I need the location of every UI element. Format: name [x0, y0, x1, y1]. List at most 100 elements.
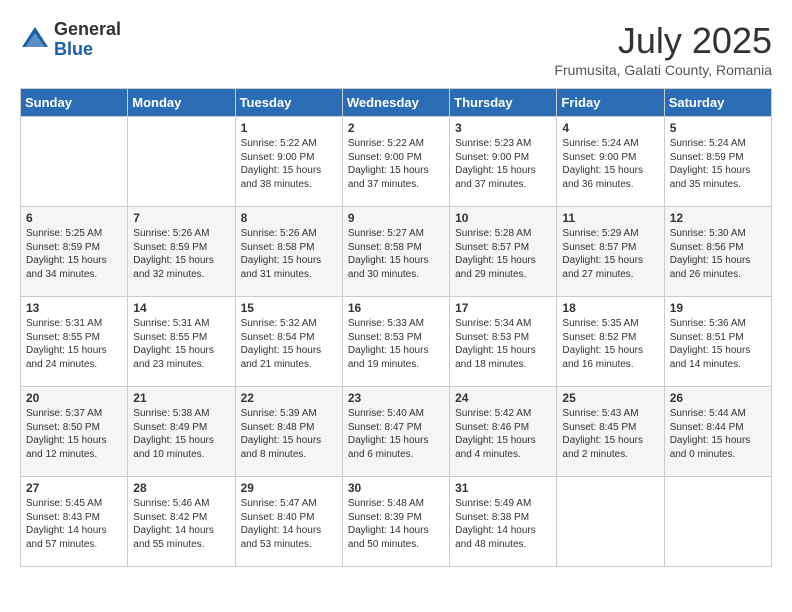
calendar-cell: 24Sunrise: 5:42 AM Sunset: 8:46 PM Dayli… — [450, 387, 557, 477]
day-info: Sunrise: 5:48 AM Sunset: 8:39 PM Dayligh… — [348, 497, 444, 551]
calendar-cell — [21, 117, 128, 207]
calendar-cell: 18Sunrise: 5:35 AM Sunset: 8:52 PM Dayli… — [557, 297, 664, 387]
calendar-cell: 8 Sunrise: 5:26 AM Sunset: 8:58 PM Daylig… — [235, 207, 342, 297]
day-info: Sunrise: 5:45 AM Sunset: 8:43 PM Dayligh… — [26, 497, 122, 551]
day-number: 15 — [241, 301, 337, 315]
calendar-cell: 16 Sunrise: 5:33 AM Sunset: 8:53 PM Dayli… — [342, 297, 449, 387]
day-number: 2 — [348, 121, 444, 135]
day-info: Sunrise: 5:40 AM Sunset: 8:47 PM Dayligh… — [348, 407, 444, 461]
calendar-cell: 21 Sunrise: 5:38 AM Sunset: 8:49 PM Dayli… — [128, 387, 235, 477]
calendar-table: SundayMondayTuesdayWednesdayThursdayFrid… — [20, 88, 772, 567]
day-info: Sunrise: 5:44 AM Sunset: 8:44 PM Dayligh… — [670, 407, 766, 461]
day-number: 25 — [562, 391, 658, 405]
day-info: Sunrise: 5:23 AM Sunset: 9:00 PM Dayligh… — [455, 137, 551, 191]
calendar-cell — [557, 477, 664, 567]
day-info: Sunrise: 5:37 AM Sunset: 8:50 PM Dayligh… — [26, 407, 122, 461]
calendar-cell: 12 Sunrise: 5:30 AM Sunset: 8:56 PM Dayli… — [664, 207, 771, 297]
month-year: July 2025 — [554, 20, 772, 62]
calendar-cell: 2Sunrise: 5:22 AM Sunset: 9:00 PM Daylig… — [342, 117, 449, 207]
day-info: Sunrise: 5:34 AM Sunset: 8:53 PM Dayligh… — [455, 317, 551, 371]
day-info: Sunrise: 5:47 AM Sunset: 8:40 PM Dayligh… — [241, 497, 337, 551]
calendar-week-0: 1Sunrise: 5:22 AM Sunset: 9:00 PM Daylig… — [21, 117, 772, 207]
calendar-cell: 29 Sunrise: 5:47 AM Sunset: 8:40 PM Dayli… — [235, 477, 342, 567]
calendar-cell: 26 Sunrise: 5:44 AM Sunset: 8:44 PM Dayli… — [664, 387, 771, 477]
header-saturday: Saturday — [664, 89, 771, 117]
header-tuesday: Tuesday — [235, 89, 342, 117]
calendar-week-3: 20Sunrise: 5:37 AM Sunset: 8:50 PM Dayli… — [21, 387, 772, 477]
calendar-cell: 4Sunrise: 5:24 AM Sunset: 9:00 PM Daylig… — [557, 117, 664, 207]
day-number: 21 — [133, 391, 229, 405]
day-number: 16 — [348, 301, 444, 315]
calendar-cell — [128, 117, 235, 207]
calendar-week-1: 6 Sunrise: 5:25 AM Sunset: 8:59 PM Daylig… — [21, 207, 772, 297]
day-info: Sunrise: 5:33 AM Sunset: 8:53 PM Dayligh… — [348, 317, 444, 371]
day-info: Sunrise: 5:24 AM Sunset: 8:59 PM Dayligh… — [670, 137, 766, 191]
calendar-cell: 7Sunrise: 5:26 AM Sunset: 8:59 PM Daylig… — [128, 207, 235, 297]
header-thursday: Thursday — [450, 89, 557, 117]
day-number: 14 — [133, 301, 229, 315]
calendar-cell: 10 Sunrise: 5:28 AM Sunset: 8:57 PM Dayli… — [450, 207, 557, 297]
day-info: Sunrise: 5:25 AM Sunset: 8:59 PM Dayligh… — [26, 227, 122, 281]
calendar-cell: 20Sunrise: 5:37 AM Sunset: 8:50 PM Dayli… — [21, 387, 128, 477]
day-info: Sunrise: 5:38 AM Sunset: 8:49 PM Dayligh… — [133, 407, 229, 461]
day-info: Sunrise: 5:31 AM Sunset: 8:55 PM Dayligh… — [26, 317, 122, 371]
day-number: 13 — [26, 301, 122, 315]
day-number: 12 — [670, 211, 766, 225]
logo-blue: Blue — [54, 40, 121, 60]
day-number: 29 — [241, 481, 337, 495]
calendar-cell: 30 Sunrise: 5:48 AM Sunset: 8:39 PM Dayli… — [342, 477, 449, 567]
header-friday: Friday — [557, 89, 664, 117]
day-number: 5 — [670, 121, 766, 135]
day-number: 24 — [455, 391, 551, 405]
day-number: 26 — [670, 391, 766, 405]
day-number: 11 — [562, 211, 658, 225]
logo: General Blue — [20, 20, 121, 60]
calendar-week-4: 27 Sunrise: 5:45 AM Sunset: 8:43 PM Dayli… — [21, 477, 772, 567]
day-number: 10 — [455, 211, 551, 225]
day-number: 31 — [455, 481, 551, 495]
day-info: Sunrise: 5:49 AM Sunset: 8:38 PM Dayligh… — [455, 497, 551, 551]
calendar-week-2: 13 Sunrise: 5:31 AM Sunset: 8:55 PM Dayli… — [21, 297, 772, 387]
header-monday: Monday — [128, 89, 235, 117]
day-number: 28 — [133, 481, 229, 495]
calendar-cell: 6 Sunrise: 5:25 AM Sunset: 8:59 PM Daylig… — [21, 207, 128, 297]
calendar-cell: 22 Sunrise: 5:39 AM Sunset: 8:48 PM Dayli… — [235, 387, 342, 477]
day-number: 3 — [455, 121, 551, 135]
calendar-cell: 9 Sunrise: 5:27 AM Sunset: 8:58 PM Daylig… — [342, 207, 449, 297]
calendar-cell: 25Sunrise: 5:43 AM Sunset: 8:45 PM Dayli… — [557, 387, 664, 477]
calendar-cell: 11 Sunrise: 5:29 AM Sunset: 8:57 PM Dayli… — [557, 207, 664, 297]
calendar-cell — [664, 477, 771, 567]
day-number: 22 — [241, 391, 337, 405]
logo-text: General Blue — [54, 20, 121, 60]
day-number: 18 — [562, 301, 658, 315]
day-info: Sunrise: 5:36 AM Sunset: 8:51 PM Dayligh… — [670, 317, 766, 371]
day-info: Sunrise: 5:46 AM Sunset: 8:42 PM Dayligh… — [133, 497, 229, 551]
logo-general: General — [54, 20, 121, 40]
calendar-header-row: SundayMondayTuesdayWednesdayThursdayFrid… — [21, 89, 772, 117]
day-number: 9 — [348, 211, 444, 225]
calendar-cell: 31 Sunrise: 5:49 AM Sunset: 8:38 PM Dayli… — [450, 477, 557, 567]
day-number: 27 — [26, 481, 122, 495]
calendar-cell: 27 Sunrise: 5:45 AM Sunset: 8:43 PM Dayli… — [21, 477, 128, 567]
calendar-cell: 1Sunrise: 5:22 AM Sunset: 9:00 PM Daylig… — [235, 117, 342, 207]
calendar-cell: 15 Sunrise: 5:32 AM Sunset: 8:54 PM Dayli… — [235, 297, 342, 387]
day-info: Sunrise: 5:29 AM Sunset: 8:57 PM Dayligh… — [562, 227, 658, 281]
day-info: Sunrise: 5:31 AM Sunset: 8:55 PM Dayligh… — [133, 317, 229, 371]
day-number: 6 — [26, 211, 122, 225]
calendar-cell: 28 Sunrise: 5:46 AM Sunset: 8:42 PM Dayli… — [128, 477, 235, 567]
day-number: 17 — [455, 301, 551, 315]
location: Frumusita, Galati County, Romania — [554, 62, 772, 78]
day-number: 8 — [241, 211, 337, 225]
day-info: Sunrise: 5:26 AM Sunset: 8:58 PM Dayligh… — [241, 227, 337, 281]
day-info: Sunrise: 5:39 AM Sunset: 8:48 PM Dayligh… — [241, 407, 337, 461]
day-number: 30 — [348, 481, 444, 495]
calendar-cell: 14 Sunrise: 5:31 AM Sunset: 8:55 PM Dayli… — [128, 297, 235, 387]
day-info: Sunrise: 5:30 AM Sunset: 8:56 PM Dayligh… — [670, 227, 766, 281]
calendar-cell: 5 Sunrise: 5:24 AM Sunset: 8:59 PM Daylig… — [664, 117, 771, 207]
day-info: Sunrise: 5:28 AM Sunset: 8:57 PM Dayligh… — [455, 227, 551, 281]
calendar-cell: 13 Sunrise: 5:31 AM Sunset: 8:55 PM Dayli… — [21, 297, 128, 387]
day-info: Sunrise: 5:32 AM Sunset: 8:54 PM Dayligh… — [241, 317, 337, 371]
day-info: Sunrise: 5:24 AM Sunset: 9:00 PM Dayligh… — [562, 137, 658, 191]
calendar-cell: 23Sunrise: 5:40 AM Sunset: 8:47 PM Dayli… — [342, 387, 449, 477]
day-info: Sunrise: 5:27 AM Sunset: 8:58 PM Dayligh… — [348, 227, 444, 281]
